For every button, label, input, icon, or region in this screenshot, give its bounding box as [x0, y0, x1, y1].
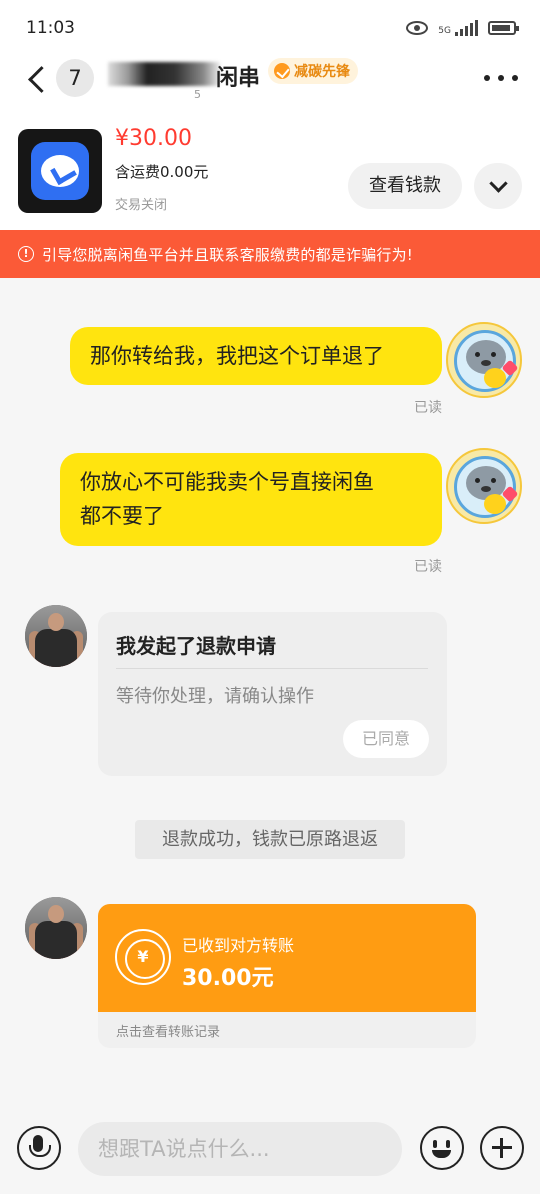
order-card[interactable]: ¥30.00 含运费0.00元 交易关闭 查看钱款 [0, 108, 540, 230]
badge-label: 减碳先锋 [294, 64, 350, 80]
carbon-pioneer-badge[interactable]: 减碳先锋 [268, 58, 358, 84]
plus-circle-icon[interactable] [480, 1126, 524, 1170]
status-bar: 11:03 5G [0, 0, 540, 56]
order-shipping: 含运费0.00元 [115, 163, 209, 181]
contact-nickname[interactable]: 闲串 [108, 60, 260, 91]
yuan-circle-icon: ¥ [115, 929, 171, 985]
app-logo-icon [31, 142, 89, 200]
leaf-check-icon [274, 63, 290, 79]
view-payment-button[interactable]: 查看钱款 [348, 163, 462, 209]
outgoing-message[interactable]: 那你转给我，我把这个订单退了 [70, 327, 442, 385]
transfer-card-header: ¥ 已收到对方转账 30.00元 [98, 904, 476, 1012]
status-time: 11:03 [26, 18, 75, 38]
signal-icon: 5G [438, 20, 478, 36]
order-status: 交易关闭 [115, 198, 168, 213]
warning-icon: ! [18, 246, 34, 262]
transfer-label: 已收到对方转账 [182, 936, 295, 955]
read-status: 已读 [414, 400, 442, 416]
warning-text: 引导您脱离闲鱼平台并且联系客服缴费的都是诈骗行为! [42, 245, 414, 264]
order-price: ¥30.00 [115, 126, 192, 151]
refund-request-card[interactable]: 我发起了退款申请 等待你处理，请确认操作 已同意 [98, 612, 447, 776]
unread-count-badge[interactable]: 7 [56, 59, 94, 97]
microphone-icon[interactable] [17, 1126, 61, 1170]
transfer-amount: 30.00元 [182, 966, 274, 991]
system-notice: 退款成功，钱款已原路退返 [135, 820, 405, 859]
message-input[interactable] [78, 1122, 402, 1176]
status-icons: 5G [406, 20, 519, 36]
my-avatar[interactable] [446, 322, 522, 398]
more-dots-icon[interactable] [484, 66, 518, 90]
transfer-card[interactable]: ¥ 已收到对方转账 30.00元 点击查看转账记录 [98, 904, 476, 1048]
transfer-records-link[interactable]: 点击查看转账记录 [116, 1021, 220, 1040]
refund-title: 我发起了退款申请 [116, 634, 276, 658]
product-thumbnail[interactable] [18, 129, 102, 213]
outgoing-message[interactable]: 你放心不可能我卖个号直接闲鱼 都不要了 [60, 453, 442, 546]
battery-icon [488, 21, 519, 35]
smiley-icon[interactable] [420, 1126, 464, 1170]
network-type-label: 5G [438, 26, 451, 36]
agreed-button[interactable]: 已同意 [343, 720, 429, 758]
contact-avatar[interactable] [25, 897, 87, 959]
read-status: 已读 [414, 559, 442, 575]
message-text-line: 都不要了 [80, 504, 164, 528]
chat-header: 7 闲串 5 减碳先锋 [0, 56, 540, 108]
message-text-line: 你放心不可能我卖个号直接闲鱼 [80, 470, 374, 494]
nickname-redaction [108, 62, 220, 86]
contact-avatar[interactable] [25, 605, 87, 667]
message-text: 那你转给我，我把这个订单退了 [90, 344, 384, 368]
fraud-warning-banner: ! 引导您脱离闲鱼平台并且联系客服缴费的都是诈骗行为! [0, 230, 540, 278]
divider [116, 668, 428, 669]
refund-description: 等待你处理，请确认操作 [116, 686, 314, 707]
eye-icon [406, 21, 429, 35]
nickname-visible-text: 闲串 [215, 66, 260, 91]
input-bar [0, 1104, 540, 1194]
currency-symbol: ¥ [137, 947, 149, 966]
my-avatar[interactable] [446, 448, 522, 524]
chevron-down-icon[interactable] [474, 163, 522, 209]
back-button[interactable] [22, 64, 52, 94]
nickname-subtext: 5 [194, 88, 201, 101]
